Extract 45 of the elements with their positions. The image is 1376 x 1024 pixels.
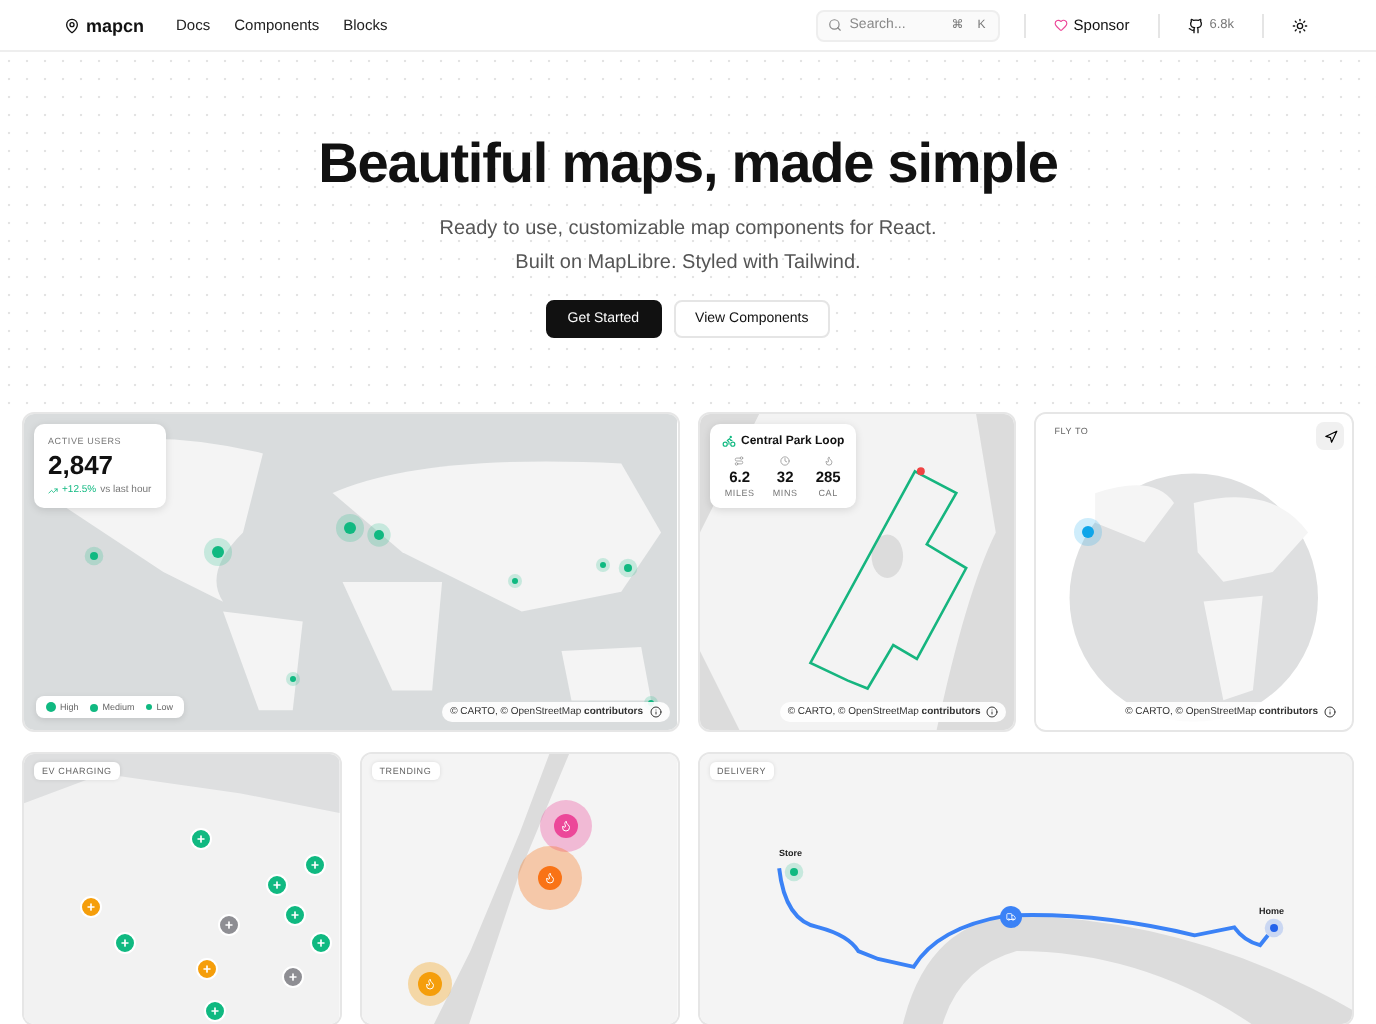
plus-icon xyxy=(316,938,326,948)
info-icon[interactable] xyxy=(1324,706,1336,718)
hotspot-marker[interactable] xyxy=(407,962,452,1006)
plus-icon xyxy=(290,910,300,920)
route-icon xyxy=(734,456,745,466)
info-icon[interactable] xyxy=(649,706,661,718)
brand-logo[interactable]: mapcn xyxy=(64,15,145,35)
sun-icon xyxy=(1292,17,1308,33)
clock-icon xyxy=(780,456,791,466)
plus-icon xyxy=(288,972,298,982)
start-marker xyxy=(789,868,797,876)
heart-icon xyxy=(1053,18,1068,32)
hotspot-marker[interactable] xyxy=(539,800,592,852)
map-marker xyxy=(512,578,518,584)
search-icon xyxy=(827,18,842,32)
stats-value: 2,847 xyxy=(48,450,116,480)
map-marker xyxy=(290,676,296,682)
flame-icon xyxy=(823,456,834,466)
plus-icon xyxy=(272,880,282,890)
plus-icon xyxy=(224,920,234,930)
map-marker xyxy=(374,530,384,540)
end-marker xyxy=(1269,924,1277,932)
navigation-arrow-icon xyxy=(1323,429,1337,443)
plus-icon xyxy=(202,964,212,974)
navigate-button[interactable] xyxy=(1316,422,1344,450)
plus-icon xyxy=(196,834,206,844)
end-marker xyxy=(915,467,924,476)
flame-icon xyxy=(543,872,556,884)
map-marker xyxy=(90,552,98,560)
plus-icon xyxy=(310,860,320,870)
map-marker xyxy=(600,562,606,568)
hero-subtitle: Ready to use, customizable map components for React. Built on MapLibre. Styled with Tailwind. xyxy=(439,216,937,278)
flame-icon xyxy=(423,978,436,990)
plus-icon xyxy=(86,902,96,912)
plus-icon xyxy=(120,938,130,948)
map-marker xyxy=(624,564,632,572)
trend-up-icon xyxy=(48,485,58,495)
bicycle-icon xyxy=(721,434,735,448)
truck-icon xyxy=(1005,912,1015,922)
github-icon xyxy=(1187,17,1204,33)
flame-icon xyxy=(559,820,572,832)
hotspot-marker[interactable] xyxy=(517,846,582,910)
info-icon[interactable] xyxy=(986,706,999,718)
plus-icon xyxy=(210,1006,220,1016)
hero-title: Beautiful maps, made simple xyxy=(318,132,1058,196)
